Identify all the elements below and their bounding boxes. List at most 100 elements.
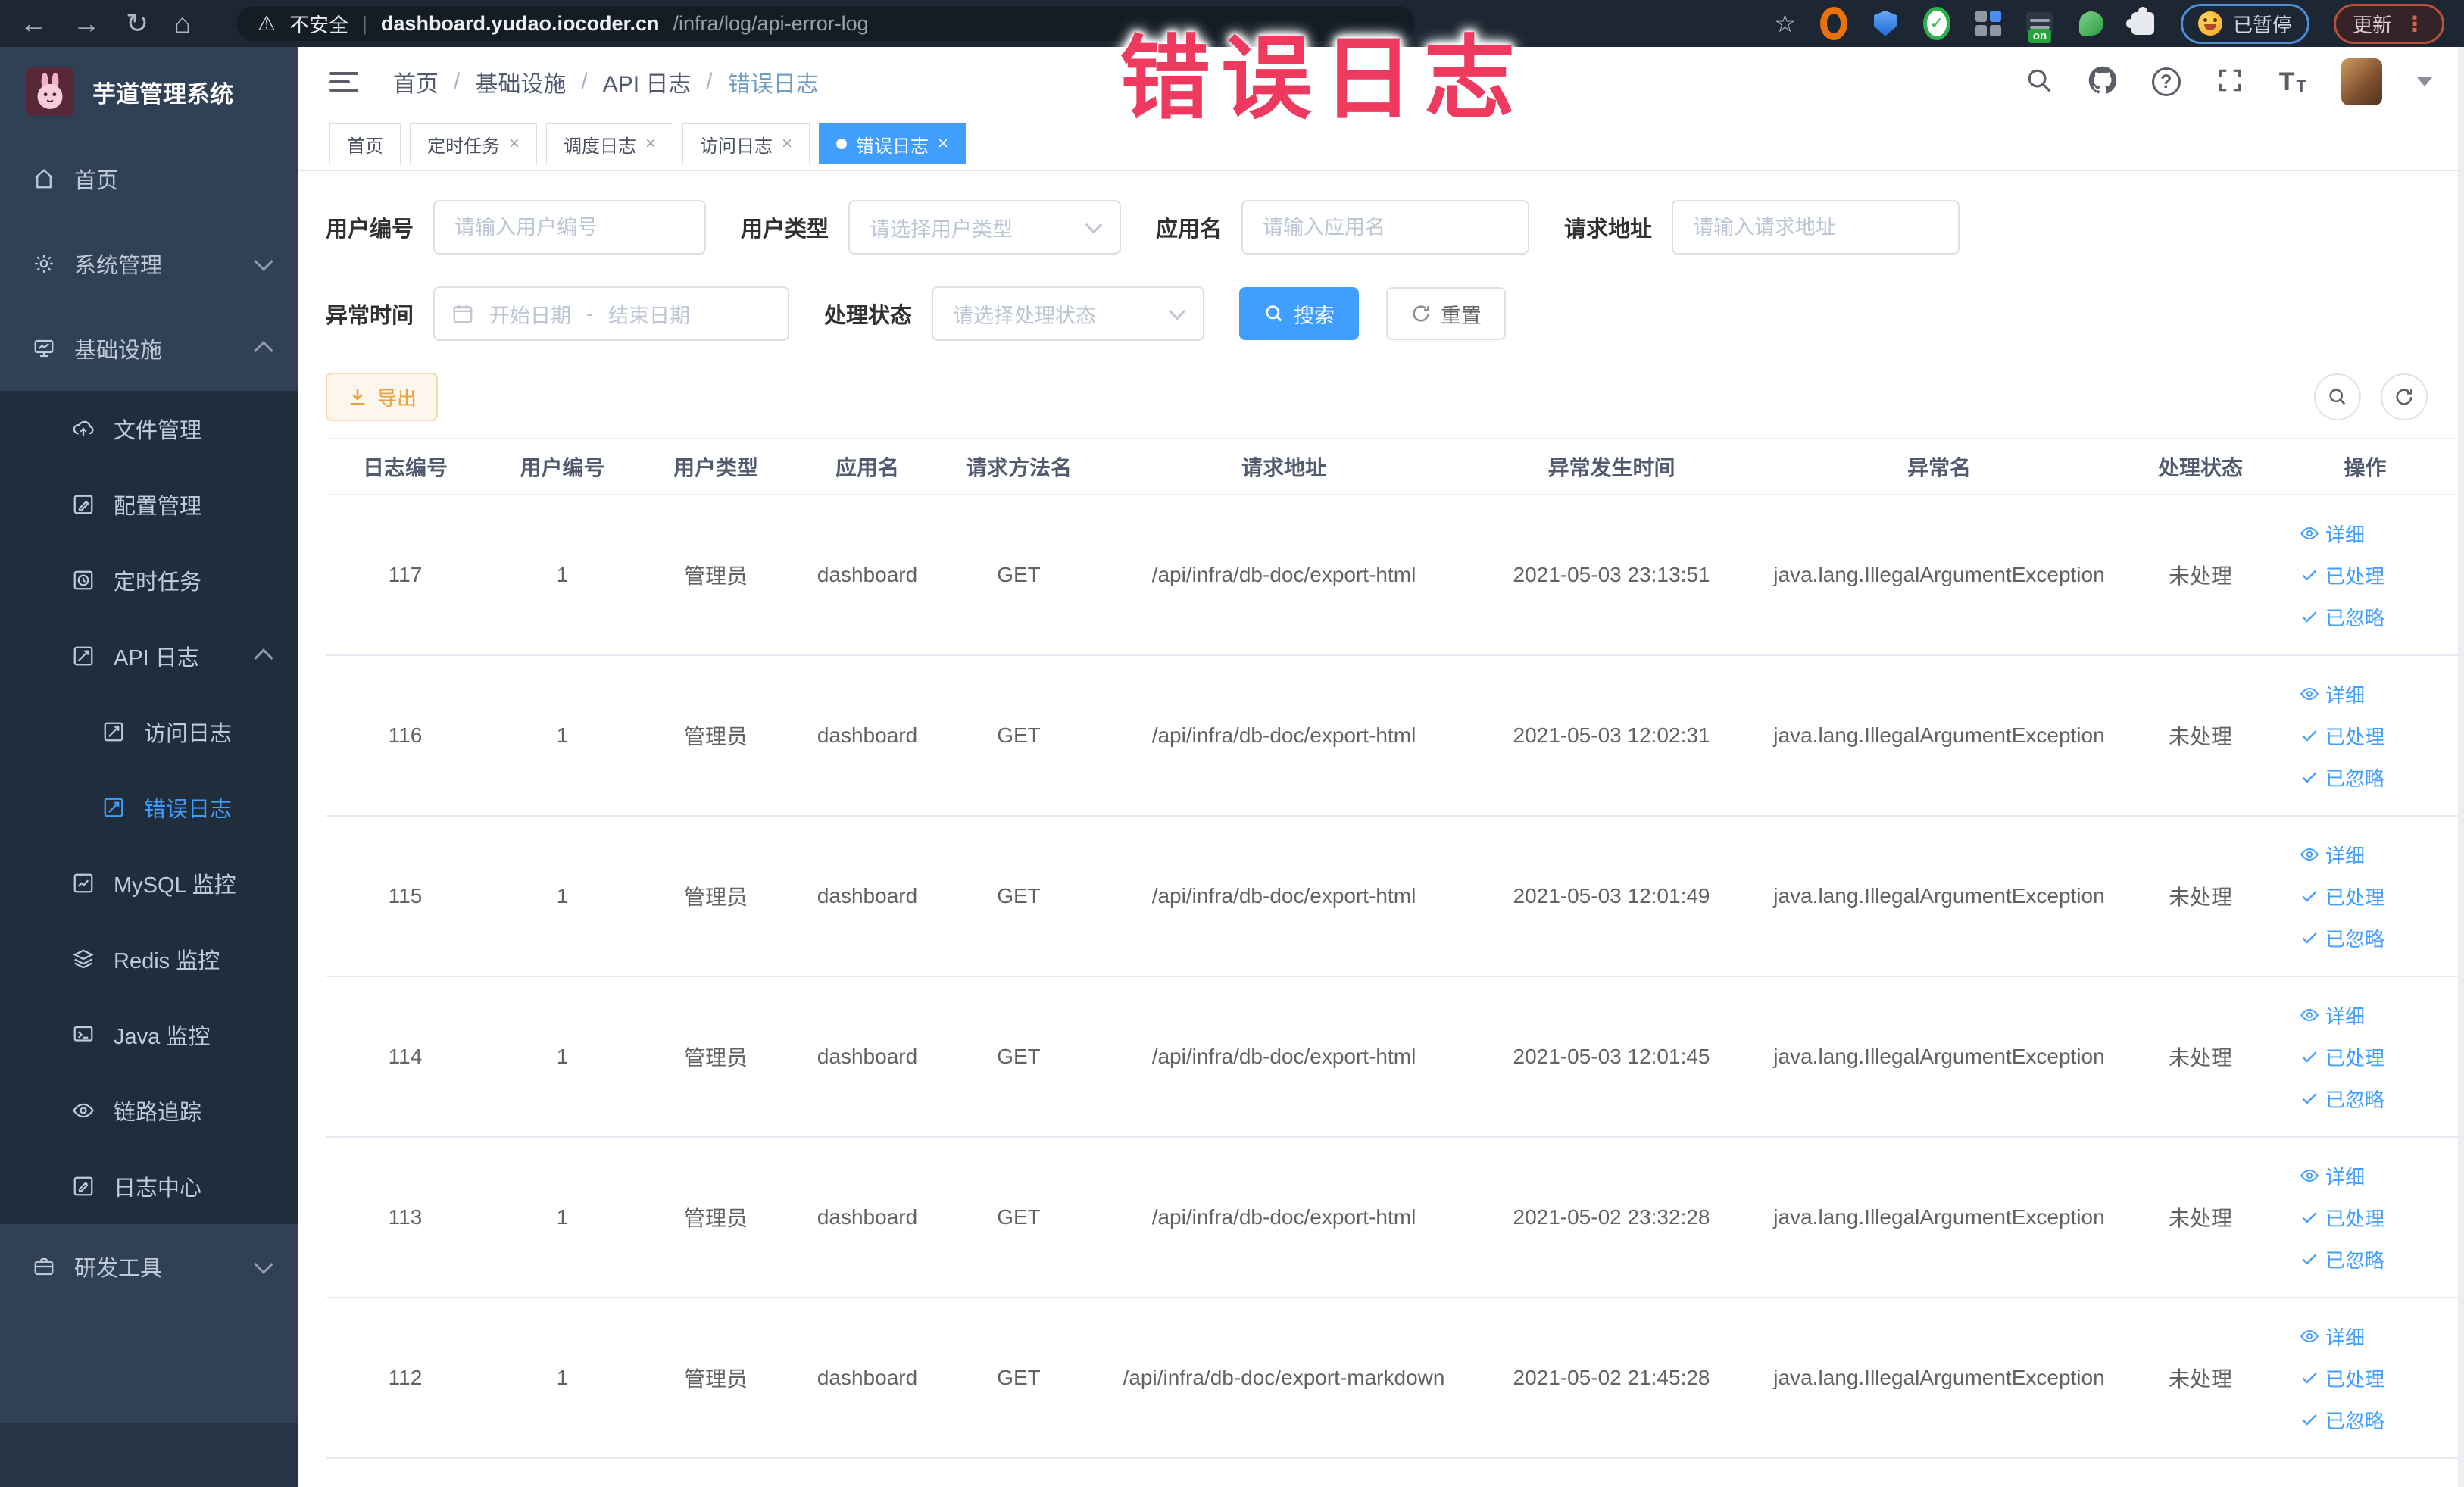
detail-link[interactable]: 详细 xyxy=(2300,520,2365,548)
mark-ignored-link[interactable]: 已忽略 xyxy=(2300,1085,2384,1113)
url-domain: dashboard.yudao.iocoder.cn xyxy=(380,11,660,35)
mark-ignored-link[interactable]: 已忽略 xyxy=(2300,1406,2384,1434)
mark-ignored-link[interactable]: 已忽略 xyxy=(2300,1245,2384,1273)
mark-ignored-link[interactable]: 已忽略 xyxy=(2300,603,2384,631)
app-name-input[interactable] xyxy=(1241,200,1530,255)
breadcrumb-item-infra[interactable]: 基础设施 xyxy=(475,65,566,98)
column-header: 用户编号 xyxy=(520,456,605,480)
browser-home-icon[interactable]: ⌂ xyxy=(174,10,191,37)
sidebar-item-accesslog[interactable]: 访问日志 xyxy=(0,694,298,770)
sidebar-item-infra[interactable]: 基础设施 xyxy=(0,306,298,391)
search-button[interactable]: 搜索 xyxy=(1239,287,1360,340)
extension-orange-icon[interactable] xyxy=(1819,7,1847,40)
browser-reload-icon[interactable]: ↻ xyxy=(126,10,148,37)
help-icon[interactable]: ? xyxy=(2151,67,2181,96)
mark-processed-link[interactable]: 已处理 xyxy=(2300,1364,2384,1392)
filter-label: 异常时间 xyxy=(326,304,414,328)
caret-down-icon[interactable] xyxy=(2417,77,2432,86)
cell-url: /api/infra/db-doc/export-html xyxy=(1151,884,1416,908)
sidebar-item-redis[interactable]: Redis 监控 xyxy=(0,921,298,997)
mark-ignored-link[interactable]: 已忽略 xyxy=(2300,924,2384,952)
column-header: 处理状态 xyxy=(2157,456,2243,480)
sidebar-submenu-infra: 文件管理 配置管理 定时任务 API 日志 访问日志 错误日志 MySQL 监控… xyxy=(0,391,298,1224)
request-url-input[interactable] xyxy=(1672,200,1960,255)
tab-access-log[interactable]: 访问日志 × xyxy=(682,123,810,164)
close-icon[interactable]: × xyxy=(938,135,948,153)
chart-icon xyxy=(71,871,95,895)
extension-shield-icon[interactable] xyxy=(1872,10,1899,37)
user-type-select[interactable]: 请选择用户类型 xyxy=(848,200,1122,255)
github-icon[interactable] xyxy=(2088,66,2117,98)
tab-error-log[interactable]: 错误日志 × xyxy=(819,123,967,164)
sidebar-item-system[interactable]: 系统管理 xyxy=(0,221,298,306)
extensions-puzzle-icon[interactable] xyxy=(2125,7,2156,37)
sidebar-item-apilog[interactable]: API 日志 xyxy=(0,618,298,694)
tab-job-log[interactable]: 调度日志 × xyxy=(546,123,674,164)
sidebar-item-file[interactable]: 文件管理 xyxy=(0,391,298,467)
detail-link[interactable]: 详细 xyxy=(2300,1162,2365,1190)
extension-leaf-icon[interactable] xyxy=(2078,10,2105,37)
fullscreen-icon[interactable] xyxy=(2216,66,2244,98)
breadcrumb-item-apilog[interactable]: API 日志 xyxy=(603,65,692,98)
sidebar-item-job[interactable]: 定时任务 xyxy=(0,542,298,618)
process-status-select[interactable]: 请选择处理状态 xyxy=(932,286,1205,341)
cell-exception: java.lang.IllegalArgumentException xyxy=(1773,884,2105,908)
close-icon[interactable]: × xyxy=(509,135,520,153)
tab-home[interactable]: 首页 xyxy=(329,123,401,164)
tab-job[interactable]: 定时任务 × xyxy=(410,123,538,164)
search-icon[interactable] xyxy=(2025,66,2053,98)
sidebar-item-logcenter[interactable]: 日志中心 xyxy=(0,1148,298,1224)
bookmark-star-icon[interactable]: ☆ xyxy=(1774,9,1796,38)
close-icon[interactable]: × xyxy=(782,135,792,153)
refresh-table-button[interactable] xyxy=(2381,373,2428,420)
sidebar-item-home[interactable]: 首页 xyxy=(0,136,298,221)
extension-check-icon[interactable]: ✓ xyxy=(1922,7,1950,40)
detail-link[interactable]: 详细 xyxy=(2300,680,2365,708)
font-size-icon[interactable]: TT xyxy=(2279,69,2306,95)
browser-menu-icon[interactable]: ⋮ xyxy=(2404,11,2425,36)
cell-exception: java.lang.IllegalArgumentException xyxy=(1773,1045,2105,1068)
cell-actions: 详细 已处理 已忽略 xyxy=(2272,841,2458,952)
cell-actions: 详细 已处理 已忽略 xyxy=(2272,1001,2458,1113)
sidebar-item-label: 基础设施 xyxy=(74,339,163,363)
mark-ignored-link[interactable]: 已忽略 xyxy=(2300,764,2384,792)
sidebar-item-trace[interactable]: 链路追踪 xyxy=(0,1073,298,1148)
mark-processed-link[interactable]: 已处理 xyxy=(2300,1043,2384,1071)
browser-back-icon[interactable]: ← xyxy=(20,10,47,37)
tab-label: 定时任务 xyxy=(427,136,500,157)
app-logo[interactable]: 芋道管理系统 xyxy=(0,47,298,136)
detail-link[interactable]: 详细 xyxy=(2300,841,2365,869)
sidebar-item-errorlog[interactable]: 错误日志 xyxy=(0,770,298,845)
exception-time-range-picker[interactable]: 开始日期 - 结束日期 xyxy=(433,286,790,341)
sidebar-item-label: 链路追踪 xyxy=(114,1101,202,1125)
detail-link[interactable]: 详细 xyxy=(2300,1001,2365,1029)
avatar[interactable] xyxy=(2341,58,2382,105)
detail-link[interactable]: 详细 xyxy=(2300,1323,2365,1351)
menu-fold-icon[interactable] xyxy=(329,72,358,92)
eye-icon xyxy=(2300,1329,2319,1343)
profile-paused-badge[interactable]: 已暂停 xyxy=(2180,3,2309,44)
sidebar-item-mysql[interactable]: MySQL 监控 xyxy=(0,845,298,921)
user-id-input[interactable] xyxy=(433,200,707,255)
sidebar-item-java[interactable]: Java 监控 xyxy=(0,997,298,1073)
cell-status: 未处理 xyxy=(2168,1367,2232,1391)
cell-exception: java.lang.IllegalArgumentException xyxy=(1773,1205,2105,1229)
cell-app: dashboard xyxy=(817,563,918,586)
page: ← → ↻ ⌂ ⚠ 不安全 | dashboard.yudao.iocoder.… xyxy=(0,0,2464,1487)
browser-forward-icon[interactable]: → xyxy=(73,10,100,37)
mark-processed-link[interactable]: 已处理 xyxy=(2300,722,2384,750)
export-button[interactable]: 导出 xyxy=(326,373,439,421)
browser-update-button[interactable]: 更新 ⋮ xyxy=(2333,3,2444,44)
mark-processed-link[interactable]: 已处理 xyxy=(2300,561,2384,589)
toggle-search-button[interactable] xyxy=(2314,373,2361,420)
breadcrumb-item-home[interactable]: 首页 xyxy=(393,65,439,98)
sidebar-item-config[interactable]: 配置管理 xyxy=(0,467,298,542)
scrollbar[interactable] xyxy=(2458,47,2464,1487)
sidebar-item-devtools[interactable]: 研发工具 xyxy=(0,1224,298,1309)
mark-processed-link[interactable]: 已处理 xyxy=(2300,883,2384,911)
extension-grid-icon[interactable] xyxy=(1975,10,2002,37)
extension-switch-icon[interactable]: on xyxy=(2025,10,2053,43)
mark-processed-link[interactable]: 已处理 xyxy=(2300,1204,2384,1232)
close-icon[interactable]: × xyxy=(645,135,656,153)
reset-button[interactable]: 重置 xyxy=(1386,287,1507,340)
